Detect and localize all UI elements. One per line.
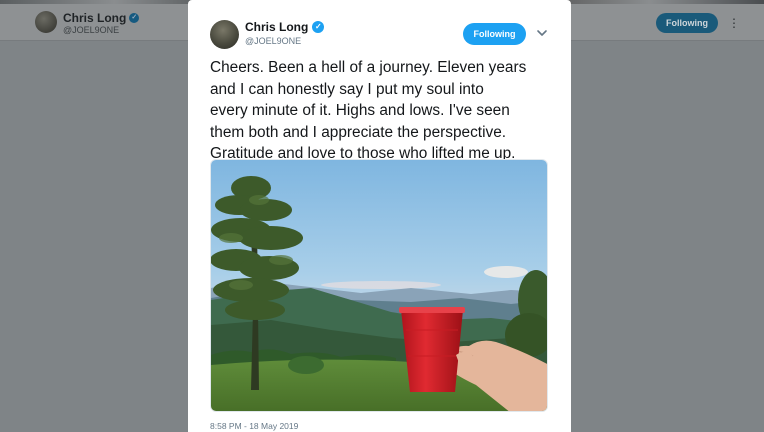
background-profile-name-text: Chris Long (63, 11, 127, 25)
background-profile-name[interactable]: Chris Long ✓ (63, 11, 140, 25)
author-name-text: Chris Long (245, 20, 309, 34)
tweet-modal: Chris Long ✓ @JOEL9ONE Following Cheers.… (188, 0, 571, 432)
photo-scene (211, 160, 547, 411)
chevron-down-icon[interactable] (535, 26, 549, 40)
more-vertical-icon[interactable]: ⋮ (728, 14, 740, 32)
following-button[interactable]: Following (463, 23, 526, 45)
background-profile-handle: @JOEL9ONE (63, 25, 120, 35)
tweet-photo[interactable] (210, 159, 548, 412)
avatar[interactable] (210, 20, 239, 49)
background-following-button[interactable]: Following (656, 13, 718, 33)
background-avatar[interactable] (35, 11, 57, 33)
author-handle[interactable]: @JOEL9ONE (245, 36, 301, 46)
author-name[interactable]: Chris Long ✓ (245, 20, 325, 34)
verified-icon: ✓ (129, 13, 140, 23)
tweet-text: Cheers. Been a hell of a journey. Eleven… (210, 59, 527, 163)
verified-badge-icon: ✓ (312, 21, 325, 33)
tweet-timestamp[interactable]: 8:58 PM - 18 May 2019 (210, 421, 298, 431)
